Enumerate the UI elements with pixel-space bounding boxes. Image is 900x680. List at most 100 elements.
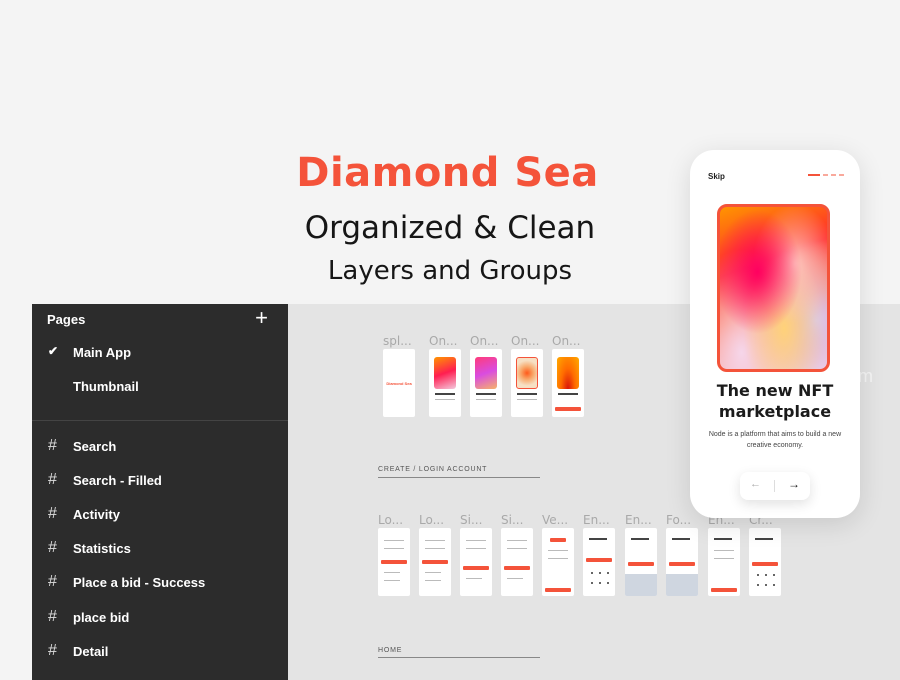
frame-thumbnail-login[interactable] [419, 528, 451, 596]
keypad-key [773, 584, 775, 586]
keypad-key [765, 574, 767, 576]
layer-item-label: Statistics [73, 541, 131, 556]
frame-label[interactable]: Si... [460, 513, 482, 527]
frame-label[interactable]: spl... [383, 334, 412, 348]
frame-thumbnail-create-pin[interactable] [749, 528, 781, 596]
frame-thumbnail-enter-email[interactable] [625, 528, 657, 596]
arrow-left-icon[interactable]: ← [750, 478, 761, 490]
cta-button [669, 562, 695, 566]
frame-thumbnail-signup[interactable] [460, 528, 492, 596]
frame-label[interactable]: Lo... [419, 513, 444, 527]
text-line [435, 399, 455, 400]
cta-button [752, 562, 778, 566]
frame-label[interactable]: Lo... [378, 513, 403, 527]
frame-label[interactable]: En... [583, 513, 610, 527]
text-line [714, 550, 734, 551]
frame-hash-icon: # [48, 539, 57, 556]
frame-thumbnail-onboarding[interactable] [429, 349, 461, 417]
section-label: CREATE / LOGIN ACCOUNT [378, 466, 488, 473]
text-line [507, 540, 527, 541]
page-indicator-dot [839, 174, 844, 176]
frame-label[interactable]: On... [470, 334, 499, 348]
frame-thumbnail-enter-code[interactable] [583, 528, 615, 596]
frame-label[interactable]: Fo... [666, 513, 691, 527]
nft-art [475, 357, 497, 389]
keyboard [625, 574, 657, 596]
page-indicator-dot [823, 174, 828, 176]
page-indicator [808, 174, 848, 176]
text-line [466, 548, 486, 549]
frame-thumbnail-signup[interactable] [501, 528, 533, 596]
arrow-right-icon[interactable]: → [788, 477, 800, 491]
text-line [507, 578, 523, 579]
skip-button[interactable]: Skip [708, 172, 725, 181]
text-line [425, 580, 441, 581]
layer-item-statistics[interactable]: # Statistics [32, 533, 288, 563]
nav-separator [774, 480, 775, 492]
keypad-key [757, 584, 759, 586]
cta-button [711, 588, 737, 592]
onboarding-title: The new NFT marketplace [690, 380, 860, 422]
pages-header: Pages [47, 312, 86, 327]
text-line [672, 538, 690, 540]
section-divider [378, 657, 540, 658]
frame-thumbnail-forgot[interactable] [666, 528, 698, 596]
layer-item-search-filled[interactable]: # Search - Filled [32, 465, 288, 495]
layer-item-label: Activity [73, 507, 120, 522]
cta-button [381, 560, 407, 564]
text-line [384, 572, 400, 573]
layer-item-place-bid-success[interactable]: # Place a bid - Success [32, 567, 288, 597]
section-divider [378, 477, 540, 478]
frame-hash-icon: # [48, 642, 57, 659]
title-line: The new NFT [716, 381, 834, 400]
text-line [755, 538, 773, 540]
frame-label[interactable]: Ve... [542, 513, 568, 527]
keypad-key [773, 574, 775, 576]
page-indicator-dot [831, 174, 836, 176]
text-line [517, 393, 537, 395]
cta-button [463, 566, 489, 570]
text-line [517, 399, 537, 400]
frame-label[interactable]: On... [511, 334, 540, 348]
layer-item-activity[interactable]: # Activity [32, 499, 288, 529]
layer-item-search[interactable]: # Search [32, 431, 288, 461]
layer-item-place-bid[interactable]: # place bid [32, 602, 288, 632]
plus-icon[interactable]: + [255, 307, 268, 329]
sidebar-divider [32, 420, 288, 421]
nft-art [434, 357, 456, 389]
frame-thumbnail-login[interactable] [378, 528, 410, 596]
frame-thumbnail-onboarding[interactable] [470, 349, 502, 417]
frame-thumbnail-enter-password[interactable] [708, 528, 740, 596]
checkmark-icon: ✔ [48, 344, 59, 358]
text-line [425, 540, 445, 541]
text-line [507, 548, 527, 549]
page-item-thumbnail[interactable]: Thumbnail [32, 372, 288, 402]
frame-label[interactable]: En... [625, 513, 652, 527]
frame-thumbnail-verify[interactable] [542, 528, 574, 596]
frame-thumbnail-onboarding[interactable] [552, 349, 584, 417]
layer-item-label: Search - Filled [73, 473, 162, 488]
frame-label[interactable]: On... [429, 334, 458, 348]
text-line [466, 578, 482, 579]
frame-label[interactable]: Si... [501, 513, 523, 527]
keypad-key [757, 574, 759, 576]
text-line [589, 538, 607, 540]
title-line: marketplace [718, 402, 832, 421]
frame-hash-icon: # [48, 505, 57, 522]
splash-logo-text: Diamond Sea [386, 381, 412, 386]
frame-thumbnail-onboarding[interactable] [511, 349, 543, 417]
frame-hash-icon: # [48, 608, 57, 625]
text-line [558, 393, 578, 395]
frame-label[interactable]: On... [552, 334, 581, 348]
frame-hash-icon: # [48, 471, 57, 488]
pages-sidebar: Pages + ✔ Main App Thumbnail # Search # … [32, 304, 288, 680]
frame-thumbnail-splash[interactable]: Diamond Sea [383, 349, 415, 417]
text-line [384, 580, 400, 581]
layer-item-detail[interactable]: # Detail [32, 636, 288, 666]
onboarding-description: Node is a platform that aims to build a … [708, 431, 842, 449]
text-line [384, 540, 404, 541]
text-line [476, 399, 496, 400]
nft-artwork [717, 204, 830, 372]
page-item-main-app[interactable]: ✔ Main App [32, 338, 288, 368]
keypad-key [591, 572, 593, 574]
